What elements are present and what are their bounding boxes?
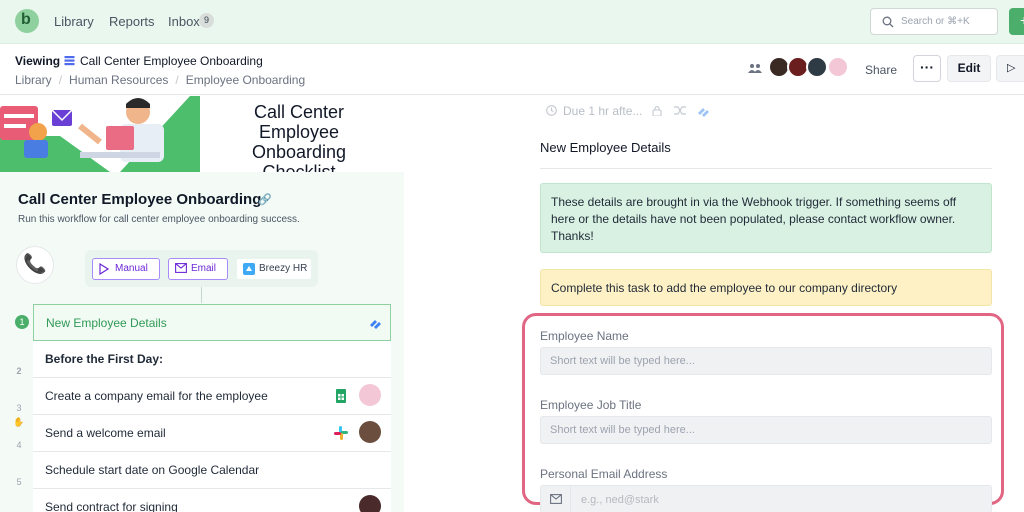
workflow-title[interactable]: Call Center Employee Onboarding (80, 54, 263, 68)
search-placeholder: Search or ⌘+K (901, 16, 970, 27)
breadcrumb: Library / Human Resources / Employee Onboard… (15, 73, 305, 87)
edit-button[interactable]: Edit (947, 55, 991, 82)
shuffle-icon[interactable] (674, 105, 686, 116)
step-label: Before the First Day: (45, 352, 164, 366)
mail-icon (175, 263, 187, 273)
info-note: These details are brought in via the Web… (540, 183, 992, 253)
search-icon (882, 16, 894, 28)
step-item[interactable]: 1 New Employee Details (15, 304, 391, 341)
step-number: 1 (15, 315, 29, 329)
create-button[interactable]: + (1009, 8, 1024, 35)
phone-icon: 📞 (16, 246, 54, 284)
workflow-name: Call Center Employee Onboarding (18, 191, 262, 208)
play-icon: ▷ (1007, 62, 1016, 74)
step-label: Send a welcome email (45, 426, 166, 440)
step-label: Schedule start date on Google Calendar (45, 463, 260, 477)
link-icon[interactable]: 🔗 (258, 193, 272, 206)
nav-inbox[interactable]: Inbox (168, 14, 200, 29)
breadcrumb-separator: / (175, 73, 179, 87)
trigger-label: Manual (115, 263, 148, 274)
step-label: New Employee Details (46, 316, 167, 330)
trigger-manual[interactable]: Manual (92, 258, 160, 280)
workflow-description: Run this workflow for call center employ… (18, 214, 300, 225)
divider (540, 168, 992, 169)
employee-job-title-input[interactable]: Short text will be typed here... (540, 416, 992, 444)
due-date[interactable]: Due 1 hr afte... (563, 104, 642, 118)
assignee-avatar[interactable] (359, 384, 381, 406)
workflow-header: Viewing Call Center Employee Onboarding … (0, 45, 1024, 95)
step-number: 5 (16, 477, 22, 487)
top-nav: b Library Reports Inbox 9 Search or ⌘+K … (0, 0, 1024, 44)
logo-letter: b (21, 11, 31, 28)
webhook-icon (698, 108, 709, 117)
clock-icon (546, 105, 557, 116)
nav-reports[interactable]: Reports (109, 14, 155, 29)
breadcrumb-library[interactable]: Library (15, 73, 52, 87)
step-item[interactable]: 6 Send contract for signing (33, 489, 391, 512)
step-item[interactable]: 4 Send a welcome email (16, 415, 391, 452)
banner-illustration (0, 96, 200, 172)
avatar[interactable] (806, 56, 828, 78)
task-title: New Employee Details (540, 140, 671, 155)
breezy-hr-icon (243, 263, 255, 275)
viewing-label: Viewing (15, 54, 61, 68)
connector-line (201, 287, 202, 303)
step-number: 4 (16, 440, 22, 450)
share-button[interactable]: Share (865, 63, 897, 77)
more-options-button[interactable]: ··· (913, 55, 941, 82)
plus-icon: + (1020, 12, 1024, 28)
trigger-label: Email (191, 263, 217, 274)
people-icon[interactable] (748, 63, 762, 74)
assignee-avatar[interactable] (359, 495, 381, 512)
step-label: Create a company email for the employee (45, 389, 268, 403)
employee-name-input[interactable]: Short text will be typed here... (540, 347, 992, 375)
run-button[interactable]: ▷ (996, 55, 1024, 82)
banner-title: Call Center Employee Onboarding Checklis… (251, 102, 347, 172)
step-item[interactable]: 5 Schedule start date on Google Calendar (16, 452, 391, 489)
workflow-icon (64, 56, 75, 66)
workflow-sidebar: Call Center Employee Onboarding Checklis… (0, 96, 404, 512)
trigger-email[interactable]: Email (168, 258, 228, 280)
workflow-banner: Call Center Employee Onboarding Checklis… (0, 96, 404, 172)
email-icon-box (541, 486, 571, 512)
employee-job-title-label: Employee Job Title (540, 398, 642, 412)
employee-name-label: Employee Name (540, 329, 629, 343)
nav-library[interactable]: Library (54, 14, 94, 29)
avatar[interactable] (827, 56, 849, 78)
slack-icon (334, 426, 348, 440)
assignee-avatar[interactable] (359, 421, 381, 443)
lock-icon[interactable] (652, 105, 662, 116)
step-label: Send contract for signing (45, 500, 178, 512)
trigger-breezy-hr[interactable]: Breezy HR (236, 258, 312, 280)
step-number: 2 (16, 366, 22, 376)
email-placeholder: e.g., ned@stark (581, 494, 659, 506)
personal-email-input[interactable]: e.g., ned@stark (540, 485, 992, 512)
step-item[interactable]: 3 ✋ Create a company email for the emplo… (13, 378, 391, 427)
step-list: 1 New Employee Details 2 Before the Firs… (13, 304, 391, 512)
step-number: 6 (13, 501, 25, 512)
personal-email-label: Personal Email Address (540, 467, 668, 481)
step-item[interactable]: 2 Before the First Day: (16, 341, 391, 378)
trigger-label: Breezy HR (259, 263, 308, 274)
instruction-note: Complete this task to add the employee t… (540, 269, 992, 306)
webhook-icon (370, 320, 381, 329)
inbox-count-badge: 9 (199, 13, 214, 28)
play-icon (99, 263, 109, 275)
search-box[interactable]: Search or ⌘+K (870, 8, 998, 35)
trigger-group: Manual Email Breezy HR (85, 250, 318, 287)
app-logo[interactable]: b (15, 9, 39, 33)
google-sheets-icon (336, 389, 346, 403)
breadcrumb-human-resources[interactable]: Human Resources (69, 73, 168, 87)
mail-icon (550, 494, 562, 504)
breadcrumb-separator: / (58, 73, 63, 87)
breadcrumb-employee-onboarding[interactable]: Employee Onboarding (186, 73, 305, 87)
